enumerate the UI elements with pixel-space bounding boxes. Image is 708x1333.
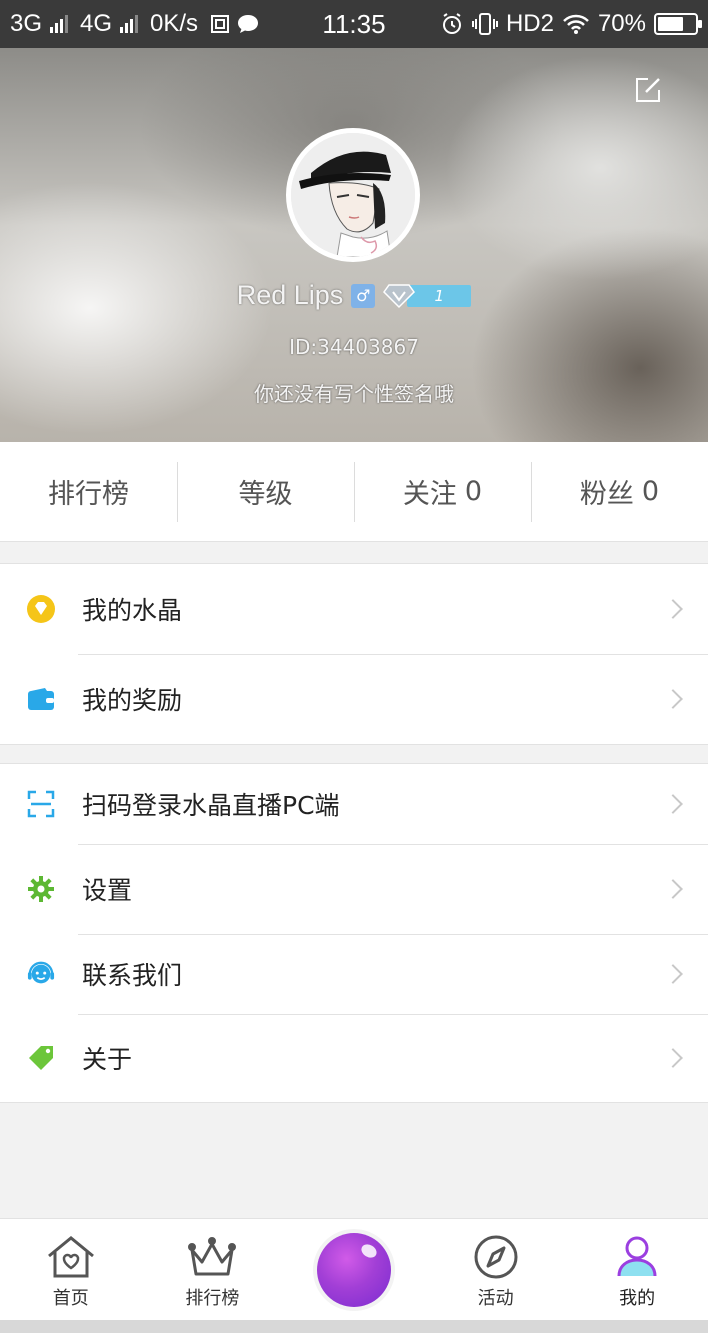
- menu-item-scan-login[interactable]: 扫码登录水晶直播PC端: [0, 764, 708, 844]
- gear-icon: [27, 875, 55, 903]
- stats-bar: 排行榜 等级 关注 0 粉丝 0: [0, 442, 708, 542]
- edit-icon[interactable]: [634, 76, 662, 104]
- alarm-icon: [442, 13, 461, 34]
- scan-icon: [27, 790, 55, 818]
- nav-ranking[interactable]: 排行榜: [142, 1219, 284, 1320]
- status-bar: 3G 4G 0K/s 11:35 HD2 70%: [0, 0, 708, 48]
- screenshot-icon: [211, 15, 230, 33]
- nav-label: 首页: [52, 1288, 89, 1309]
- home-icon: [47, 1236, 94, 1278]
- chevron-right-icon: [663, 964, 683, 984]
- system-nav-strip: [0, 1320, 708, 1333]
- nav-home[interactable]: 首页: [0, 1219, 142, 1320]
- menu-item-my-rewards[interactable]: 我的奖励: [0, 654, 708, 744]
- stat-following[interactable]: 关注 0: [354, 442, 531, 541]
- menu-label: 我的水晶: [82, 596, 183, 625]
- diamond-icon: [383, 283, 416, 308]
- stat-label: 粉丝: [579, 479, 634, 510]
- menu-item-my-crystals[interactable]: 我的水晶: [0, 564, 708, 654]
- crystal-icon: [27, 595, 55, 623]
- wifi-icon: [563, 14, 589, 34]
- stat-label: 关注: [402, 479, 457, 510]
- nav-activity[interactable]: 活动: [425, 1219, 567, 1320]
- menu-label: 设置: [82, 876, 133, 905]
- network-speed: 0K/s: [150, 10, 199, 37]
- chevron-right-icon: [663, 879, 683, 899]
- name-row: Red Lips ♂ 1: [0, 280, 708, 311]
- signature[interactable]: 你还没有写个性签名哦: [0, 378, 708, 407]
- stat-label: 排行榜: [48, 479, 129, 510]
- live-orb-icon: [316, 1232, 391, 1307]
- stat-level[interactable]: 等级: [177, 442, 354, 541]
- chevron-right-icon: [663, 599, 683, 619]
- menu-item-about[interactable]: 关于: [0, 1014, 708, 1102]
- menu-item-settings[interactable]: 设置: [0, 844, 708, 934]
- stat-ranking[interactable]: 排行榜: [0, 442, 177, 541]
- compass-icon: [474, 1235, 518, 1279]
- fans-count: 0: [641, 476, 660, 507]
- nav-label: 我的: [619, 1288, 656, 1309]
- user-icon: [617, 1236, 657, 1277]
- menu-label: 扫码登录水晶直播PC端: [82, 791, 340, 820]
- avatar[interactable]: [286, 128, 420, 262]
- wallet-icon: [27, 685, 55, 713]
- battery-icon: [654, 13, 702, 35]
- following-count: 0: [464, 476, 483, 507]
- chevron-right-icon: [663, 1048, 683, 1068]
- gender-male-icon: ♂: [351, 283, 376, 308]
- signal-icon-2: [120, 15, 139, 33]
- crown-icon: [188, 1237, 237, 1276]
- chevron-right-icon: [663, 794, 683, 814]
- battery-percent: 70%: [597, 10, 646, 37]
- hd-label: HD2: [505, 10, 554, 37]
- vibrate-icon: [471, 13, 498, 35]
- chat-icon: [238, 15, 259, 33]
- menu-label: 关于: [82, 1045, 133, 1074]
- avatar-illustration: [291, 133, 415, 257]
- menu-group-settings: 扫码登录水晶直播PC端 设置 联系我们 关于: [0, 763, 708, 1103]
- stat-label: 等级: [238, 479, 293, 510]
- user-id: ID:34403867: [289, 335, 419, 359]
- username: Red Lips: [236, 280, 344, 310]
- network-4g-label: 4G: [80, 10, 113, 37]
- menu-label: 我的奖励: [82, 686, 183, 715]
- vip-level: 1: [407, 284, 472, 307]
- network-3g-label: 3G: [10, 10, 43, 37]
- bottom-nav: 首页 排行榜 活动 我的: [0, 1218, 708, 1320]
- menu-label: 联系我们: [82, 961, 183, 990]
- nav-live[interactable]: [283, 1219, 425, 1320]
- chevron-right-icon: [663, 689, 683, 709]
- menu-group-wallet: 我的水晶 我的奖励: [0, 563, 708, 745]
- menu-item-contact-us[interactable]: 联系我们: [0, 934, 708, 1014]
- nav-mine[interactable]: 我的: [566, 1219, 708, 1320]
- stat-fans[interactable]: 粉丝 0: [531, 442, 708, 541]
- tag-icon: [27, 1044, 55, 1072]
- profile-header: Red Lips ♂ 1 ID:34403867 你还没有写个性签名哦: [0, 48, 708, 442]
- nav-label: 排行榜: [185, 1288, 240, 1309]
- nav-label: 活动: [477, 1288, 514, 1309]
- vip-badge: 1: [383, 283, 472, 309]
- signal-icon: [50, 15, 69, 33]
- customer-service-icon: [27, 960, 55, 988]
